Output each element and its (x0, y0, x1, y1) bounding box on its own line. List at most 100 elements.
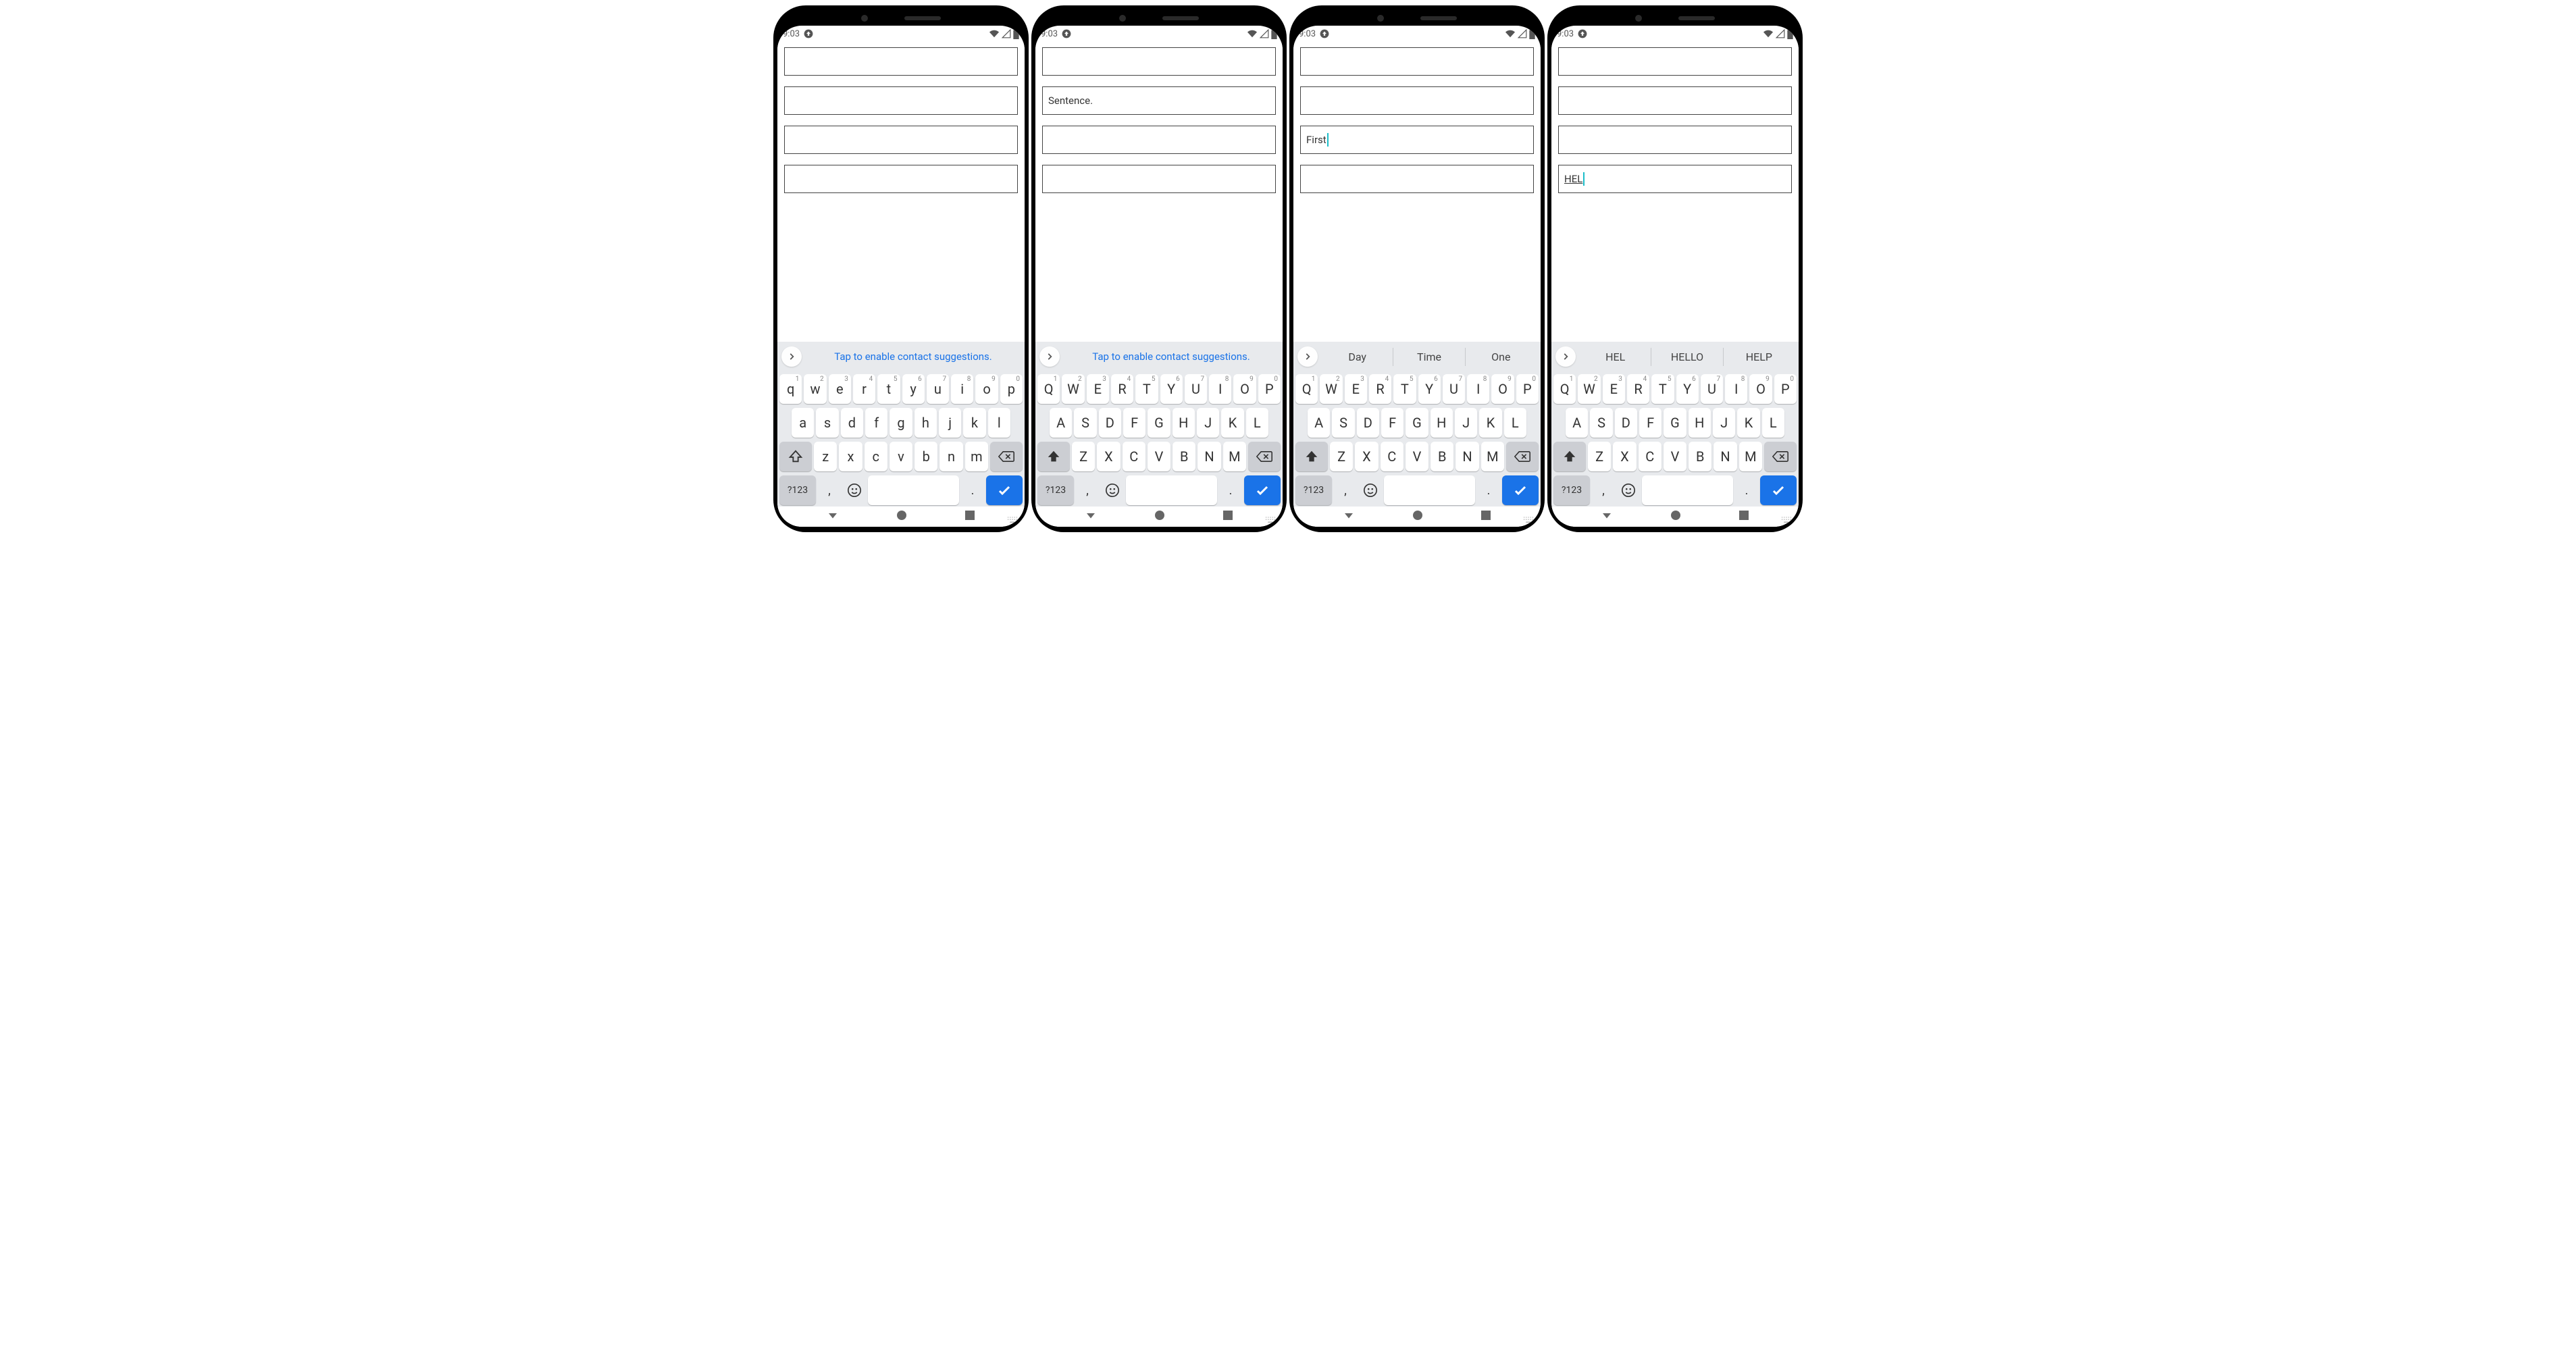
key-h[interactable]: h (915, 408, 937, 438)
key-o[interactable]: O9 (1491, 374, 1514, 404)
nav-recent-icon[interactable] (1738, 510, 1749, 523)
key-q[interactable]: Q1 (1295, 374, 1318, 404)
key-j[interactable]: J (1197, 408, 1219, 438)
key-a[interactable]: A (1050, 408, 1072, 438)
key-t[interactable]: T5 (1135, 374, 1158, 404)
nav-recent-icon[interactable] (964, 510, 975, 523)
key-m[interactable]: M (1481, 442, 1504, 471)
key-j[interactable]: j (939, 408, 961, 438)
backspace-key[interactable] (1506, 442, 1539, 471)
key-i[interactable]: I8 (1467, 374, 1489, 404)
enter-key[interactable] (1760, 475, 1797, 505)
suggestion-expand-button[interactable] (781, 346, 802, 367)
key-o[interactable]: O9 (1749, 374, 1772, 404)
nav-back-icon[interactable] (1601, 509, 1613, 524)
key-s[interactable]: S (1074, 408, 1096, 438)
space-key[interactable] (1384, 475, 1475, 505)
key-b[interactable]: b (915, 442, 937, 471)
key-u[interactable]: U7 (1701, 374, 1723, 404)
key-s[interactable]: s (816, 408, 838, 438)
symbols-key[interactable]: ?123 (1295, 475, 1332, 505)
key-i[interactable]: i8 (951, 374, 973, 404)
key-w[interactable]: w2 (804, 374, 826, 404)
nav-home-icon[interactable] (896, 510, 907, 523)
key-h[interactable]: H (1689, 408, 1711, 438)
text-input-3[interactable] (1558, 126, 1792, 154)
shift-key[interactable] (1037, 442, 1070, 471)
key-x[interactable]: X (1097, 442, 1120, 471)
key-v[interactable]: V (1406, 442, 1428, 471)
emoji-key[interactable] (843, 475, 866, 505)
key-c[interactable]: c (865, 442, 887, 471)
key-z[interactable]: Z (1330, 442, 1353, 471)
key-u[interactable]: U7 (1443, 374, 1465, 404)
key-l[interactable]: L (1762, 408, 1784, 438)
key-w[interactable]: W2 (1062, 374, 1084, 404)
key-v[interactable]: V (1148, 442, 1170, 471)
emoji-key[interactable] (1101, 475, 1124, 505)
key-v[interactable]: V (1664, 442, 1686, 471)
text-input-4[interactable]: HEL (1558, 165, 1792, 193)
key-a[interactable]: a (792, 408, 814, 438)
key-o[interactable]: O9 (1233, 374, 1256, 404)
key-q[interactable]: Q1 (1037, 374, 1060, 404)
nav-back-icon[interactable] (1085, 509, 1097, 524)
suggestion-word[interactable]: HELP (1723, 348, 1795, 366)
key-p[interactable]: P0 (1258, 374, 1281, 404)
key-b[interactable]: B (1431, 442, 1453, 471)
text-input-1[interactable] (1042, 47, 1276, 76)
backspace-key[interactable] (1764, 442, 1797, 471)
period-key[interactable]: . (1735, 475, 1758, 505)
enter-key[interactable] (1244, 475, 1281, 505)
key-r[interactable]: r4 (853, 374, 875, 404)
text-input-1[interactable] (784, 47, 1018, 76)
key-d[interactable]: D (1615, 408, 1637, 438)
keyboard-switch-icon[interactable] (1007, 516, 1018, 526)
shift-key[interactable] (779, 442, 812, 471)
symbols-key[interactable]: ?123 (779, 475, 816, 505)
text-input-2[interactable] (1558, 86, 1792, 115)
key-p[interactable]: p0 (1000, 374, 1023, 404)
enter-key[interactable] (986, 475, 1023, 505)
space-key[interactable] (1642, 475, 1733, 505)
text-input-2[interactable] (784, 86, 1018, 115)
symbols-key[interactable]: ?123 (1037, 475, 1074, 505)
text-input-4[interactable] (1300, 165, 1534, 193)
space-key[interactable] (868, 475, 959, 505)
nav-back-icon[interactable] (827, 509, 839, 524)
key-c[interactable]: C (1639, 442, 1661, 471)
key-r[interactable]: R4 (1369, 374, 1391, 404)
nav-home-icon[interactable] (1670, 510, 1681, 523)
emoji-key[interactable] (1359, 475, 1382, 505)
key-b[interactable]: B (1689, 442, 1711, 471)
period-key[interactable]: . (961, 475, 984, 505)
key-x[interactable]: X (1613, 442, 1636, 471)
key-l[interactable]: L (1504, 408, 1526, 438)
key-q[interactable]: q1 (779, 374, 802, 404)
suggestion-word[interactable]: Day (1322, 348, 1393, 366)
nav-home-icon[interactable] (1412, 510, 1423, 523)
key-y[interactable]: Y6 (1676, 374, 1699, 404)
key-g[interactable]: G (1406, 408, 1428, 438)
key-g[interactable]: g (890, 408, 912, 438)
enter-key[interactable] (1502, 475, 1539, 505)
shift-key[interactable] (1553, 442, 1586, 471)
key-h[interactable]: H (1173, 408, 1195, 438)
key-l[interactable]: L (1246, 408, 1268, 438)
text-input-2[interactable]: Sentence. (1042, 86, 1276, 115)
key-q[interactable]: Q1 (1553, 374, 1576, 404)
key-k[interactable]: K (1737, 408, 1759, 438)
key-t[interactable]: T5 (1393, 374, 1416, 404)
suggestion-link[interactable]: Tap to enable contact suggestions. (806, 351, 1021, 363)
key-p[interactable]: P0 (1774, 374, 1797, 404)
key-t[interactable]: T5 (1651, 374, 1674, 404)
key-w[interactable]: W2 (1578, 374, 1600, 404)
nav-back-icon[interactable] (1343, 509, 1355, 524)
key-f[interactable]: F (1639, 408, 1661, 438)
key-n[interactable]: N (1456, 442, 1478, 471)
key-m[interactable]: M (1223, 442, 1246, 471)
key-a[interactable]: A (1308, 408, 1330, 438)
period-key[interactable]: . (1219, 475, 1242, 505)
space-key[interactable] (1126, 475, 1217, 505)
text-input-1[interactable] (1300, 47, 1534, 76)
